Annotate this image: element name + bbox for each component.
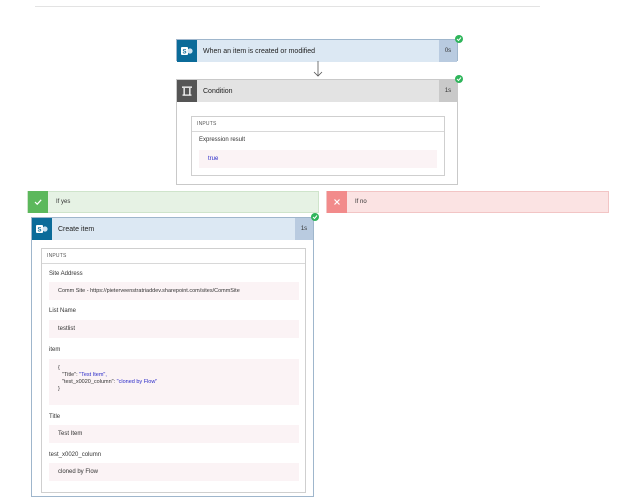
list-name-label: List Name xyxy=(49,308,77,314)
close-icon xyxy=(327,191,347,213)
json-line-title: "Title": "Test Item", xyxy=(58,372,290,379)
sharepoint-icon: S xyxy=(32,218,52,240)
trigger-duration: 0s xyxy=(439,40,457,62)
item-label: item xyxy=(49,347,61,353)
site-address-label: Site Address xyxy=(49,271,83,277)
expression-result-label: Expression result xyxy=(199,137,246,143)
check-icon xyxy=(28,191,48,213)
site-address-value: Comm Site - https://pieterveenstratriadd… xyxy=(49,282,299,300)
list-name-value: testlist xyxy=(49,320,299,338)
trigger-header[interactable]: S When an item is created or modified 0s xyxy=(177,40,457,62)
json-close-brace: } xyxy=(58,386,60,392)
json-column-value: "cloned by Flow" xyxy=(116,379,158,385)
condition-title: Condition xyxy=(203,87,233,95)
svg-text:S: S xyxy=(182,50,186,56)
if-yes-label: If yes xyxy=(56,199,71,205)
column-value: cloned by Flow xyxy=(49,463,299,481)
success-icon xyxy=(455,35,463,43)
title-label: Title xyxy=(49,414,61,420)
condition-inputs-header: INPUTS xyxy=(192,117,444,132)
sharepoint-icon: S xyxy=(177,40,197,62)
column-label: test_x0020_column xyxy=(49,452,102,458)
svg-text:S: S xyxy=(37,228,41,234)
item-json-value: { "Title": "Test Item", "test_x0020_colu… xyxy=(49,359,299,405)
trigger-title: When an item is created or modified xyxy=(203,47,316,55)
create-item-duration: 1s xyxy=(295,218,313,240)
success-icon xyxy=(311,213,319,221)
condition-duration: 1s xyxy=(439,80,457,102)
create-item-inputs: INPUTS Site Address Comm Site - https://… xyxy=(41,248,306,493)
if-no-branch[interactable]: If no xyxy=(326,191,609,213)
success-icon xyxy=(455,75,463,83)
if-yes-branch[interactable]: If yes xyxy=(27,191,319,213)
create-item-card[interactable]: S Create item 1s INPUTS Site Address Com… xyxy=(31,217,314,497)
condition-inputs: INPUTS Expression result true xyxy=(191,116,445,176)
trigger-card[interactable]: S When an item is created or modified 0s xyxy=(176,39,458,62)
create-item-header[interactable]: S Create item 1s xyxy=(32,218,313,240)
json-column-key: "test_x0020_column": xyxy=(62,379,117,385)
condition-icon xyxy=(177,80,197,102)
json-title-value: "Test Item", xyxy=(79,372,107,378)
condition-header[interactable]: Condition 1s xyxy=(177,80,457,102)
json-title-key: "Title": xyxy=(62,372,80,378)
condition-card[interactable]: Condition 1s INPUTS Expression result tr… xyxy=(176,79,458,185)
title-value: Test Item xyxy=(49,425,299,443)
expression-result-value: true xyxy=(199,150,437,168)
json-line-column: "test_x0020_column": "cloned by Flow" xyxy=(58,379,290,386)
create-item-inputs-header: INPUTS xyxy=(42,249,305,264)
flow-arrow-icon xyxy=(313,61,323,77)
json-open-brace: { xyxy=(58,365,60,371)
create-item-title: Create item xyxy=(58,225,95,233)
expression-result-text: true xyxy=(208,156,219,162)
if-no-label: If no xyxy=(355,199,367,205)
top-divider xyxy=(35,0,540,7)
